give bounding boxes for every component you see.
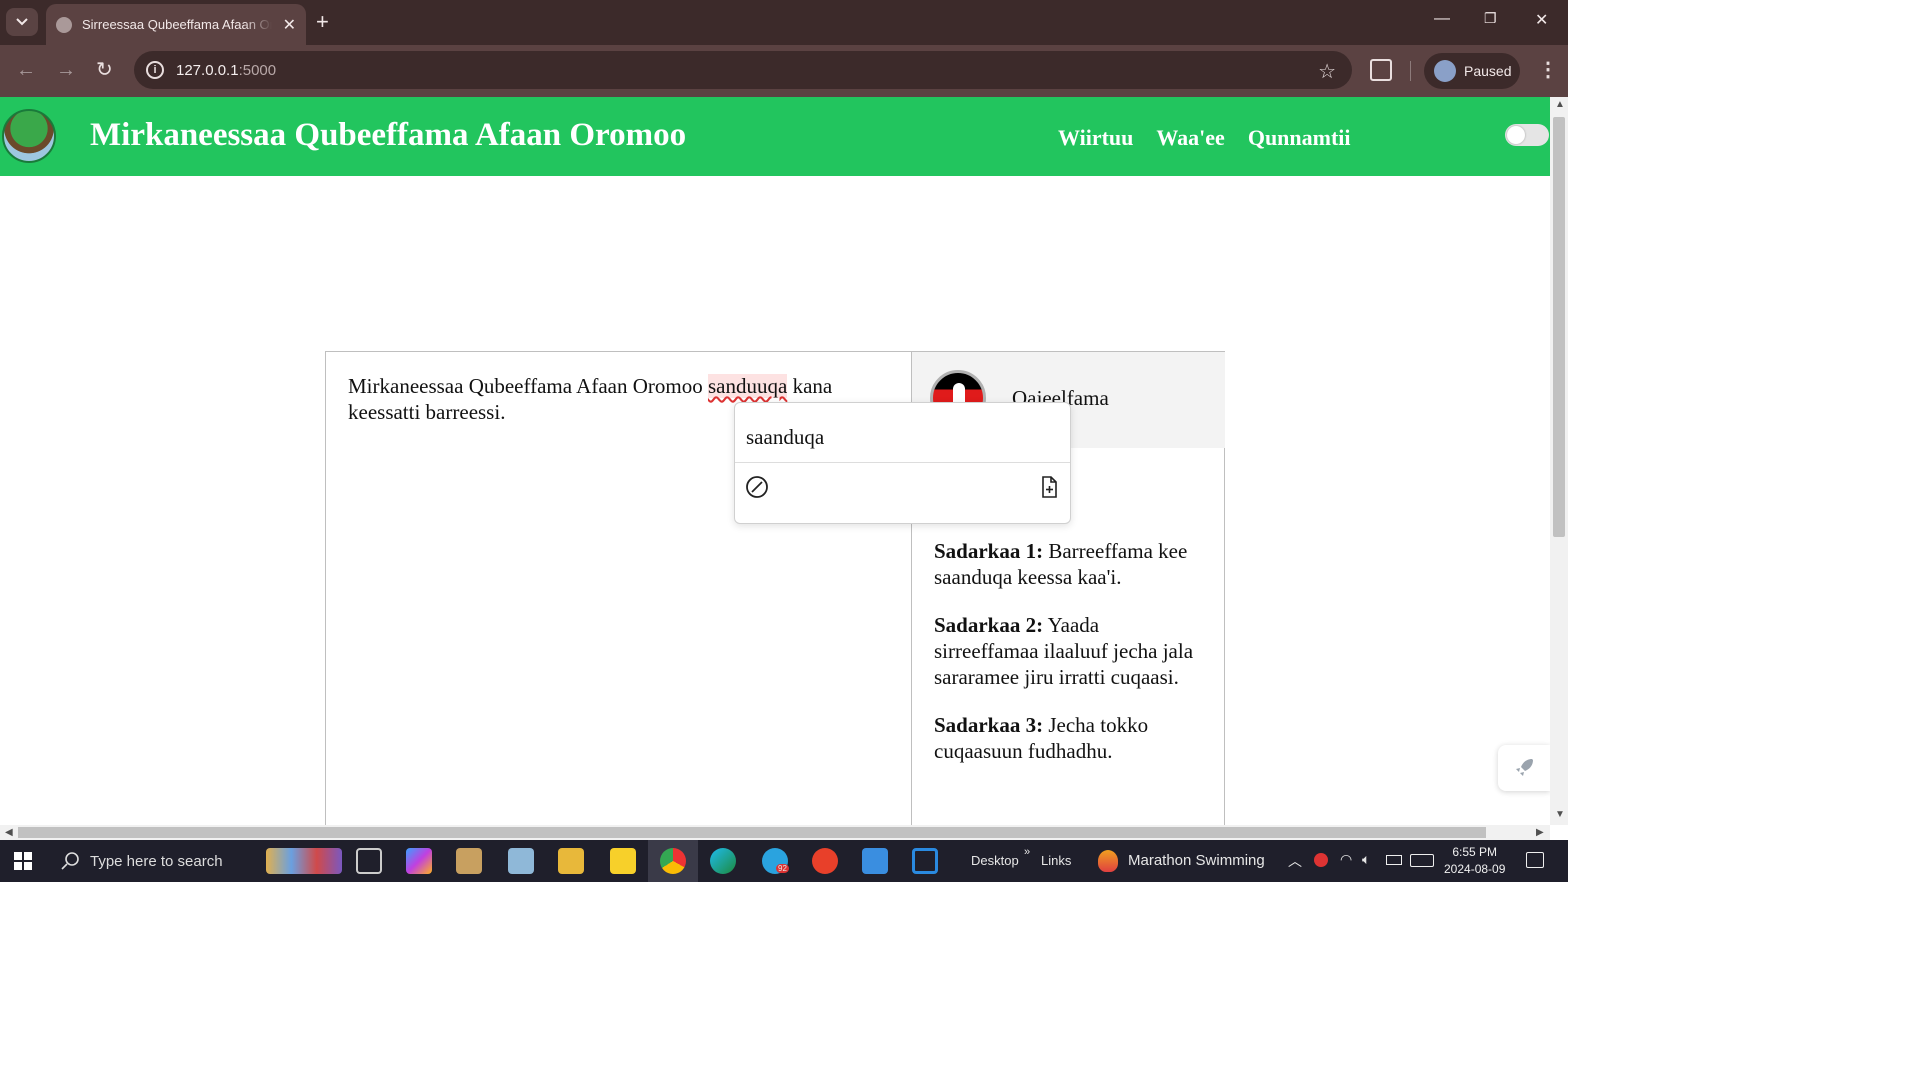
windows-start-icon[interactable]: [14, 852, 32, 870]
minimize-icon[interactable]: —: [1434, 10, 1450, 28]
instruction-step: Sadarkaa 1: Barreeffama kee saanduqa kee…: [934, 539, 1188, 589]
add-to-dictionary-icon[interactable]: [1037, 475, 1061, 499]
links-toolbar-label[interactable]: Links: [1041, 853, 1071, 868]
keyboard-icon[interactable]: [1410, 854, 1434, 867]
misspelled-word[interactable]: sanduuqa: [707, 374, 788, 398]
url-text: 127.0.0.1:5000: [176, 61, 277, 79]
page-title: Mirkaneessaa Qubeeffama Afaan Oromoo: [90, 117, 687, 153]
photos-icon[interactable]: [862, 848, 888, 874]
site-logo[interactable]: [2, 109, 56, 163]
editor-text-start: Mirkaneessaa Qubeeffama Afaan Oromoo: [348, 374, 708, 398]
site-info-icon[interactable]: i: [146, 61, 164, 79]
scroll-up-icon[interactable]: ▲: [1555, 99, 1565, 110]
extensions-icon[interactable]: [1370, 59, 1392, 81]
nav-link-about[interactable]: Waa'ee: [1156, 125, 1224, 151]
tray-app-icon[interactable]: [1314, 853, 1328, 867]
edge-icon[interactable]: [710, 848, 736, 874]
toolbar-overflow-icon[interactable]: »: [1024, 846, 1030, 858]
desktop-toolbar-label[interactable]: Desktop: [971, 853, 1019, 868]
browser-toolbar: ← → ↻ i 127.0.0.1:5000 ☆ Paused ⋮: [0, 45, 1568, 97]
taskbar-clock[interactable]: 6:55 PM 2024-08-09: [1444, 844, 1505, 878]
wps-icon[interactable]: [812, 848, 838, 874]
suggestion-item[interactable]: saanduqa: [735, 403, 1070, 463]
chrome-icon[interactable]: [660, 848, 686, 874]
scroll-down-icon[interactable]: ▼: [1555, 809, 1565, 820]
notes-icon[interactable]: [508, 848, 534, 874]
file-explorer-icon[interactable]: [558, 848, 584, 874]
browser-tab-active[interactable]: Sirreessaa Qubeeffama Afaan Oromoo ✕: [46, 4, 306, 45]
chevron-down-icon: [16, 18, 28, 26]
vertical-scroll-thumb[interactable]: [1553, 117, 1565, 537]
clock-time: 6:55 PM: [1452, 845, 1498, 859]
taskbar-search[interactable]: Type here to search: [50, 840, 260, 882]
globe-icon: [56, 16, 72, 33]
address-bar[interactable]: i 127.0.0.1:5000 ☆: [134, 51, 1352, 89]
horizontal-scrollbar[interactable]: ◀ ▶: [0, 825, 1550, 840]
taskbar: Type here to search 92 Desktop » Links M…: [0, 840, 1568, 882]
feedback-button[interactable]: [1498, 745, 1550, 791]
forward-icon[interactable]: →: [56, 59, 76, 81]
battery-icon[interactable]: [1386, 855, 1402, 865]
site-header: Mirkaneessaa Qubeeffama Afaan Oromoo Wii…: [0, 97, 1550, 176]
volume-icon[interactable]: 🔈︎: [1362, 851, 1370, 868]
profile-status: Paused: [1464, 63, 1512, 79]
instruction-step: Sadarkaa 2: Yaada sirreeffamaa ilaaluuf …: [934, 613, 1194, 689]
clock-date: 2024-08-09: [1444, 862, 1506, 876]
browser-tabstrip: Sirreessaa Qubeeffama Afaan Oromoo ✕ + —…: [0, 0, 1568, 45]
copilot-icon[interactable]: [406, 848, 432, 874]
weather-icon[interactable]: [1098, 850, 1118, 872]
nav-link-contact[interactable]: Qunnamtii: [1248, 125, 1351, 151]
page-viewport: Mirkaneessaa Qubeeffama Afaan Oromoo Wii…: [0, 97, 1550, 825]
reload-icon[interactable]: ↻: [96, 59, 113, 81]
tray-overflow-icon[interactable]: ︿: [1288, 851, 1302, 871]
instruction-step: Sadarkaa 3: Jecha tokko cuqaasuun fudhad…: [934, 713, 1149, 763]
suggestion-popup: saanduqa: [734, 402, 1071, 524]
main-nav: Wiirtuu Waa'ee Qunnamtii: [1058, 125, 1351, 151]
scroll-left-icon[interactable]: ◀: [5, 827, 13, 838]
horizontal-scroll-thumb[interactable]: [18, 827, 1486, 838]
close-window-icon[interactable]: ✕: [1535, 10, 1548, 30]
wifi-icon[interactable]: ◠: [1340, 851, 1352, 868]
taskbar-search-placeholder: Type here to search: [90, 852, 223, 870]
ignore-icon[interactable]: [745, 475, 769, 499]
back-icon[interactable]: ←: [16, 59, 36, 81]
tab-search-button[interactable]: [6, 8, 38, 36]
restore-icon[interactable]: ❐: [1484, 10, 1497, 27]
vscode-icon[interactable]: [912, 848, 938, 874]
tab-title: Sirreessaa Qubeeffama Afaan Oromoo: [82, 17, 272, 32]
word-icon[interactable]: [456, 848, 482, 874]
new-tab-button[interactable]: +: [316, 10, 329, 34]
books-widget-icon[interactable]: [266, 848, 342, 874]
nav-link-home[interactable]: Wiirtuu: [1058, 125, 1133, 151]
avatar: [1434, 60, 1456, 82]
vertical-scrollbar[interactable]: ▲ ▼: [1550, 97, 1568, 825]
task-view-icon[interactable]: [356, 848, 382, 874]
search-icon: [61, 852, 79, 870]
profile-button[interactable]: Paused: [1424, 53, 1520, 89]
media-widget-label[interactable]: Marathon Swimming: [1128, 852, 1265, 869]
telegram-badge: 92: [776, 864, 789, 873]
theme-toggle[interactable]: [1505, 124, 1549, 146]
scroll-right-icon[interactable]: ▶: [1536, 827, 1544, 838]
browser-menu-icon[interactable]: ⋮: [1538, 57, 1558, 83]
sticky-notes-icon[interactable]: [610, 848, 636, 874]
bookmark-star-icon[interactable]: ☆: [1318, 59, 1336, 84]
instruction-steps: Sadarkaa 1: Barreeffama kee saanduqa kee…: [934, 538, 1204, 786]
rocket-icon: [1516, 759, 1533, 776]
close-tab-icon[interactable]: ✕: [283, 15, 296, 35]
notifications-icon[interactable]: [1526, 852, 1544, 868]
toolbar-divider: [1410, 61, 1411, 81]
